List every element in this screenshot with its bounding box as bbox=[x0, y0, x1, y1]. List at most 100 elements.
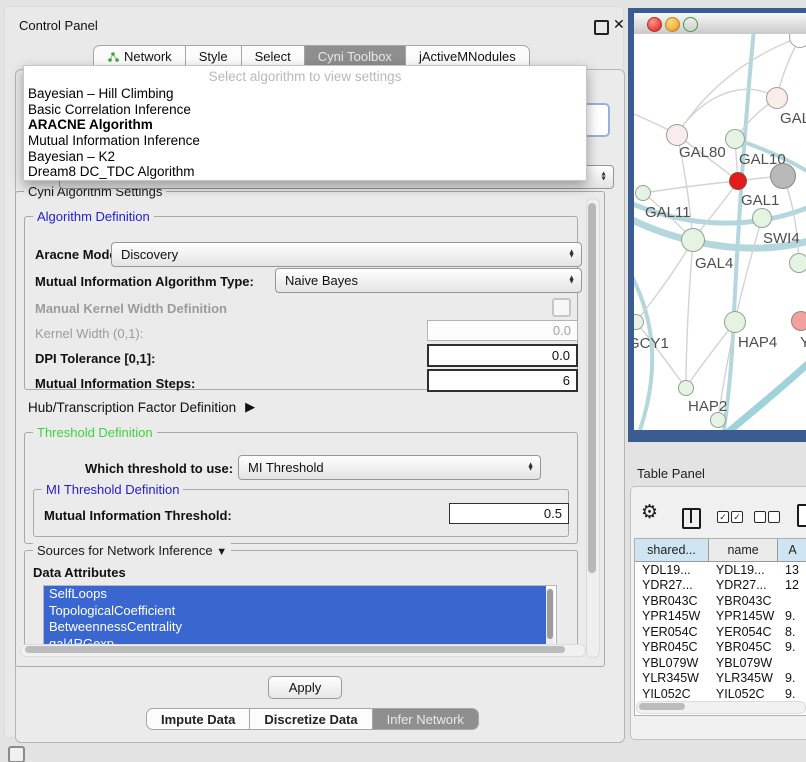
table-cell bbox=[778, 655, 806, 671]
table-header: shared... name A bbox=[635, 539, 806, 562]
network-canvas[interactable]: GALGAL80GAL10GAL1GAL11SWI4GAL4GCY1HAP4YH… bbox=[634, 34, 806, 430]
table-row[interactable]: YPR145WYPR145W9. bbox=[635, 609, 806, 625]
table-cell: YBR043C bbox=[635, 593, 709, 609]
tab-infer-network[interactable]: Infer Network bbox=[372, 708, 479, 730]
table-cell: YER054C bbox=[709, 624, 778, 640]
table-row[interactable]: YBR045CYBR045C9. bbox=[635, 640, 806, 656]
dpi-tolerance-field[interactable]: 0.0 bbox=[427, 344, 578, 367]
table-row[interactable]: YDR27...YDR27...12 bbox=[635, 578, 806, 594]
column-header-shared-name[interactable]: shared... bbox=[635, 539, 709, 561]
zoom-traffic-light-icon[interactable] bbox=[683, 17, 698, 32]
dpi-tolerance-label: DPI Tolerance [0,1]: bbox=[35, 351, 155, 366]
node-table: shared... name A YDL19...YDL19...13YDR27… bbox=[634, 538, 806, 716]
aracne-mode-select[interactable]: Discovery ▲▼ bbox=[111, 242, 582, 267]
apply-button[interactable]: Apply bbox=[268, 676, 342, 699]
mi-type-select[interactable]: Naive Bayes ▲▼ bbox=[275, 268, 582, 293]
network-node[interactable] bbox=[710, 412, 726, 428]
mi-steps-field[interactable]: 6 bbox=[427, 369, 578, 392]
column-header-name[interactable]: name bbox=[709, 539, 778, 561]
network-node-label: GAL11 bbox=[645, 204, 691, 221]
gear-icon[interactable]: ⚙ bbox=[641, 503, 658, 522]
collapse-arrow-icon[interactable]: ▶ bbox=[245, 399, 255, 415]
settings-vertical-scrollbar[interactable] bbox=[586, 198, 600, 658]
scrollbar-thumb[interactable] bbox=[639, 703, 685, 710]
list-item[interactable]: TopologicalCoefficient bbox=[44, 603, 546, 620]
network-node[interactable] bbox=[789, 253, 806, 273]
document-icon[interactable] bbox=[797, 504, 806, 527]
table-row[interactable]: YIL052CYIL052C9. bbox=[635, 686, 806, 702]
threshold-definition-group: Threshold Definition Which threshold to … bbox=[24, 432, 578, 544]
table-cell: YDR27... bbox=[709, 578, 778, 594]
docked-panel-icon[interactable] bbox=[8, 746, 25, 762]
manual-kernel-checkbox[interactable] bbox=[552, 298, 571, 317]
which-threshold-label: Which threshold to use: bbox=[85, 461, 233, 476]
network-node-label: Y bbox=[800, 334, 806, 351]
table-cell: YER054C bbox=[635, 624, 709, 640]
dropdown-item[interactable]: Bayesian – Hill Climbing bbox=[24, 86, 586, 102]
deselect-all-checkbox-icon[interactable] bbox=[754, 511, 766, 523]
network-node[interactable] bbox=[678, 380, 694, 396]
mi-threshold-label: Mutual Information Threshold: bbox=[44, 508, 232, 523]
network-node[interactable] bbox=[752, 208, 772, 228]
dropdown-placeholder: Select algorithm to view settings bbox=[24, 69, 586, 84]
table-cell: 13 bbox=[778, 562, 806, 578]
mi-threshold-group-title: MI Threshold Definition bbox=[42, 482, 183, 497]
hub-definition-label: Hub/Transcription Factor Definition bbox=[28, 400, 236, 415]
table-cell: 9. bbox=[778, 609, 806, 625]
dropdown-item-selected[interactable]: ARACNE Algorithm bbox=[24, 117, 586, 133]
select-all-checkbox-icon[interactable]: ✓ bbox=[717, 511, 729, 523]
network-node[interactable] bbox=[666, 124, 688, 146]
mi-threshold-field[interactable]: 0.5 bbox=[449, 503, 569, 524]
settings-horizontal-scrollbar[interactable] bbox=[20, 644, 586, 657]
dropdown-item[interactable]: Mutual Information Inference bbox=[24, 133, 586, 149]
table-row[interactable]: YDL19...YDL19...13 bbox=[635, 562, 806, 578]
dropdown-item[interactable]: Basic Correlation Inference bbox=[24, 102, 586, 118]
scrollbar-thumb[interactable] bbox=[25, 646, 565, 653]
table-row[interactable]: YER054CYER054C8. bbox=[635, 624, 806, 640]
table-cell: YBL079W bbox=[635, 655, 709, 671]
kernel-width-field[interactable]: 0.0 bbox=[427, 320, 578, 341]
table-cell: YLR345W bbox=[709, 671, 778, 687]
network-node[interactable] bbox=[635, 185, 651, 201]
network-node[interactable] bbox=[725, 129, 745, 149]
deselect-all-checkbox-icon[interactable] bbox=[768, 511, 780, 523]
network-node-label: SWI4 bbox=[763, 230, 800, 247]
which-threshold-select[interactable]: MI Threshold ▲▼ bbox=[238, 455, 541, 480]
minimize-traffic-light-icon[interactable] bbox=[665, 17, 680, 32]
table-horizontal-scrollbar[interactable] bbox=[636, 701, 806, 714]
dropdown-item[interactable]: Dream8 DC_TDC Algorithm bbox=[24, 164, 586, 180]
sources-group-title: Sources for Network Inference ▼ bbox=[33, 543, 231, 558]
split-columns-icon[interactable] bbox=[682, 508, 701, 529]
manual-kernel-label: Manual Kernel Width Definition bbox=[35, 301, 227, 316]
column-header-partial[interactable]: A bbox=[778, 539, 806, 561]
tab-impute-data[interactable]: Impute Data bbox=[146, 708, 250, 730]
network-node[interactable] bbox=[681, 228, 705, 252]
table-row[interactable]: YBL079WYBL079W bbox=[635, 655, 806, 671]
combo-arrows-icon: ▲▼ bbox=[527, 463, 534, 472]
network-node[interactable] bbox=[729, 172, 747, 190]
table-cell: 8. bbox=[778, 624, 806, 640]
dropdown-item[interactable]: Bayesian – K2 bbox=[24, 149, 586, 165]
close-traffic-light-icon[interactable] bbox=[647, 17, 662, 32]
mi-threshold-group: MI Threshold Definition Mutual Informati… bbox=[33, 489, 569, 537]
hub-definition-section[interactable]: Hub/Transcription Factor Definition ▶ bbox=[28, 399, 255, 415]
network-node[interactable] bbox=[770, 163, 796, 189]
scrollbar-thumb[interactable] bbox=[547, 589, 553, 639]
table-row[interactable]: YLR345WYLR345W9. bbox=[635, 671, 806, 687]
network-window-titlebar[interactable] bbox=[634, 13, 806, 35]
close-icon[interactable]: ✕ bbox=[613, 16, 625, 33]
list-item[interactable]: SelfLoops bbox=[44, 586, 546, 603]
network-node[interactable] bbox=[791, 311, 806, 331]
expand-arrow-icon[interactable]: ▼ bbox=[216, 546, 227, 558]
data-attributes-label: Data Attributes bbox=[33, 565, 126, 580]
network-node[interactable] bbox=[724, 311, 746, 333]
float-window-icon[interactable] bbox=[594, 20, 609, 35]
scrollbar-thumb[interactable] bbox=[588, 203, 596, 573]
network-node[interactable] bbox=[766, 87, 788, 109]
list-vertical-scrollbar[interactable] bbox=[546, 588, 554, 646]
table-cell: YPR145W bbox=[635, 609, 709, 625]
tab-discretize-data[interactable]: Discretize Data bbox=[249, 708, 372, 730]
table-row[interactable]: YBR043CYBR043C bbox=[635, 593, 806, 609]
select-all-checkbox-icon[interactable]: ✓ bbox=[731, 511, 743, 523]
list-item[interactable]: BetweennessCentrality bbox=[44, 619, 546, 636]
